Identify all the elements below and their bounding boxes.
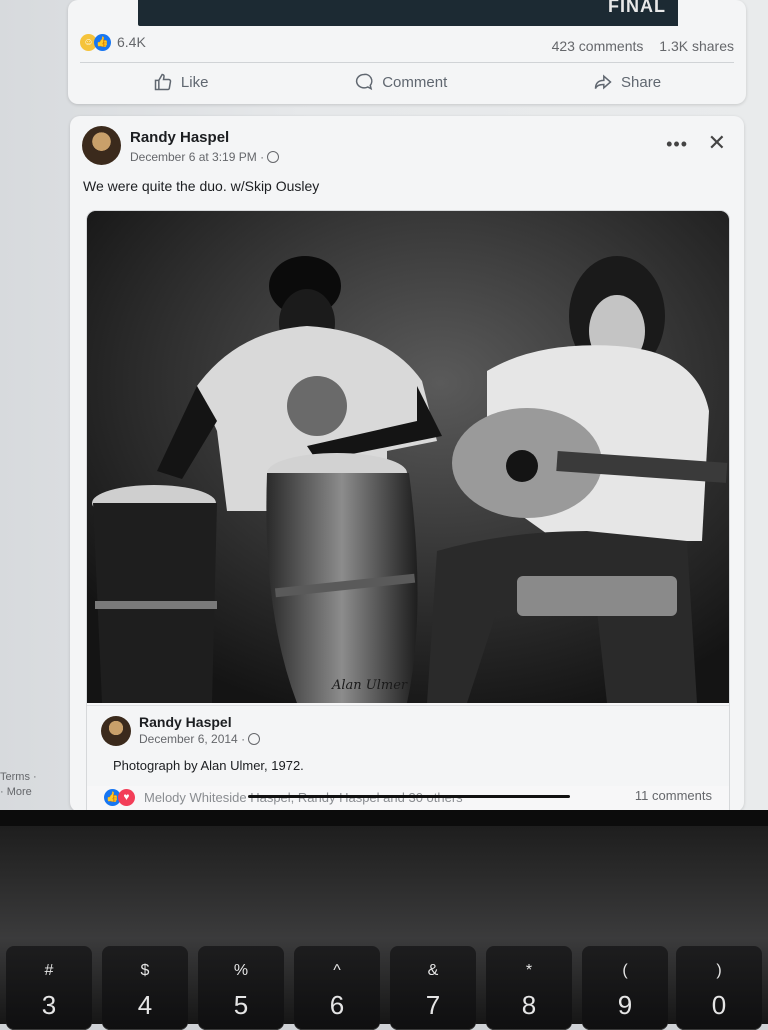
previous-post-media[interactable]: FINAL [138, 0, 678, 26]
shared-author-name[interactable]: Randy Haspel [139, 714, 232, 730]
media-score-text: FINAL [608, 0, 666, 16]
key-6[interactable]: ^ 6 [294, 946, 380, 1030]
key-9[interactable]: (9 [582, 946, 668, 1030]
photo-illustration: Alan Ulmer [87, 211, 729, 703]
shared-caption: Photograph by Alan Ulmer, 1972. [113, 758, 304, 773]
author-avatar[interactable] [82, 126, 121, 165]
shared-author-avatar[interactable] [101, 716, 131, 746]
comment-label: Comment [382, 73, 448, 91]
comments-count-link[interactable]: 11 comments [635, 788, 712, 803]
laptop-hinge [0, 810, 768, 826]
shares-count-link[interactable]: 1.3K shares [659, 38, 734, 54]
shared-post[interactable]: Alan Ulmer Randy Haspel December 6, 2014… [86, 210, 730, 812]
reaction-count: 6.4K [117, 34, 146, 50]
keyboard-row: #3 $4 % 5 ^ 6 & 7 * 8 (9 ) 0 [0, 940, 768, 1030]
comment-button[interactable]: Comment [354, 72, 447, 92]
thumbs-up-icon [154, 73, 172, 91]
comments-count-link[interactable]: 423 comments [552, 38, 644, 54]
reaction-summary[interactable]: ☺ 👍 6.4K [80, 32, 146, 52]
more-options-icon[interactable]: ••• [666, 134, 688, 155]
footer-links: Terms · · More [0, 770, 37, 800]
key-8[interactable]: * 8 [486, 946, 572, 1030]
close-icon[interactable]: ✕ [708, 130, 726, 156]
globe-icon [267, 151, 280, 163]
key-5[interactable]: % 5 [198, 946, 284, 1030]
shared-post-timestamp[interactable]: December 6, 2014 · [139, 732, 261, 746]
post-date: December 6 at 3:19 PM [130, 150, 257, 164]
post-actions: Like Comment Share [80, 66, 734, 98]
home-indicator [248, 795, 570, 798]
share-label: Share [621, 73, 662, 91]
divider [80, 62, 734, 63]
like-button[interactable]: Like [153, 72, 209, 92]
shared-photo[interactable]: Alan Ulmer [87, 211, 729, 703]
shared-post-date: December 6, 2014 [139, 732, 238, 746]
like-reaction-icon: 👍 [94, 33, 111, 51]
browser-screen: FINAL ☺ 👍 6.4K 423 comments 1.3K shares … [0, 0, 768, 812]
post-text: We were quite the duo. w/Skip Ousley [83, 178, 320, 194]
like-label: Like [180, 73, 209, 91]
author-name[interactable]: Randy Haspel [130, 129, 229, 146]
key-3[interactable]: #3 [6, 946, 92, 1030]
key-4[interactable]: $4 [102, 946, 188, 1030]
terms-link[interactable]: Terms · [0, 770, 37, 785]
key-0[interactable]: ) 0 [676, 946, 762, 1030]
love-reaction-icon: ♥ [118, 789, 135, 806]
post-stats: 423 comments 1.3K shares [540, 38, 734, 54]
post-timestamp[interactable]: December 6 at 3:19 PM · [130, 150, 280, 164]
photo-signature: Alan Ulmer [331, 678, 408, 693]
globe-icon [248, 733, 261, 745]
previous-post-card: FINAL ☺ 👍 6.4K 423 comments 1.3K shares … [68, 0, 746, 104]
more-link[interactable]: · More [0, 785, 37, 800]
shared-post-header: Randy Haspel December 6, 2014 · Photogra… [87, 705, 729, 786]
share-button[interactable]: Share [593, 72, 661, 92]
share-arrow-icon [594, 74, 612, 90]
comment-bubble-icon [356, 73, 373, 91]
key-7[interactable]: & 7 [390, 946, 476, 1030]
post-card: Randy Haspel December 6 at 3:19 PM · •••… [70, 116, 744, 812]
